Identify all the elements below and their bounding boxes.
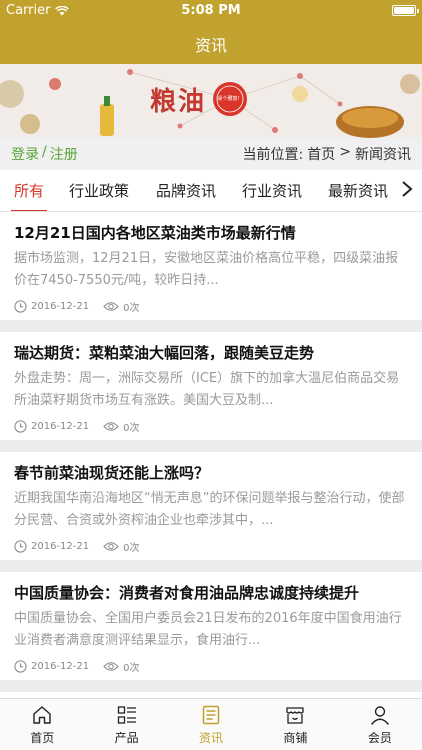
tabs-scroll-right-button[interactable]: [392, 170, 422, 211]
article-views: 0次: [103, 659, 140, 674]
status-bar: Carrier 5:08 PM: [0, 0, 422, 22]
article-view-count: 0次: [123, 542, 140, 554]
banner-headline: 粮油: [150, 87, 207, 117]
eye-icon: [103, 300, 119, 313]
article-views: 0次: [103, 539, 140, 554]
register-link[interactable]: 注册: [50, 144, 78, 164]
tab-brand-news[interactable]: 品牌资讯: [156, 170, 216, 211]
article-view-count: 0次: [123, 662, 140, 674]
shop-icon: [284, 704, 306, 726]
article-title[interactable]: 瑞达期货：菜粕菜油大幅回落，跟随美豆走势: [14, 342, 314, 363]
article-date: 2016-12-21: [31, 660, 90, 672]
article-view-count: 0次: [123, 422, 140, 434]
nav-news[interactable]: 资讯: [169, 699, 253, 750]
eye-icon: [103, 660, 119, 673]
navigation-header: Carrier 5:08 PM 资讯: [0, 0, 422, 64]
breadcrumb-separator: >: [339, 144, 351, 160]
nav-member-label: 会员: [367, 731, 392, 745]
article-card[interactable]: 12月21日国内各地区菜油类市场最新行情 据市场监测，12月21日，安徽地区菜油…: [0, 212, 422, 320]
nav-shops[interactable]: 商铺: [253, 699, 337, 750]
clock: 5:08 PM: [181, 3, 241, 18]
article-date: 2016-12-21: [31, 300, 90, 312]
article-meta: 2016-12-21 0次: [14, 299, 140, 314]
breadcrumb-bar: 登录 / 注册 当前位置: 首页 > 新闻资讯: [0, 138, 422, 170]
article-view-count: 0次: [123, 302, 140, 314]
clock-icon: [14, 419, 27, 433]
clock-icon: [14, 659, 27, 673]
nav-home[interactable]: 首页: [0, 699, 84, 750]
article-meta: 2016-12-21 0次: [14, 539, 140, 554]
article-date: 2016-12-21: [31, 420, 90, 432]
banner-badge-text: 桌个腰鼓！: [217, 96, 243, 102]
article-card[interactable]: 春节前菜油现货还能上涨吗？ 近期我国华南沿海地区“悄无声息”的环保问题举报与整治…: [0, 452, 422, 560]
article-card[interactable]: 中国质量协会：消费者对食用油品牌忠诚度持续提升 中国质量协会、全国用户委员会21…: [0, 572, 422, 680]
home-icon: [31, 704, 53, 726]
eye-icon: [103, 540, 119, 553]
nav-member[interactable]: 会员: [338, 699, 422, 750]
app-screen: Carrier 5:08 PM 资讯 粮油 桌个腰鼓！ 登录 / 注册 当前位置…: [0, 0, 422, 750]
article-views: 0次: [103, 419, 140, 434]
eye-icon: [103, 420, 119, 433]
tab-latest-news[interactable]: 最新资讯: [328, 170, 388, 211]
clock-icon: [14, 299, 27, 313]
banner-illustration: [0, 64, 422, 138]
tab-industry-news[interactable]: 行业资讯: [242, 170, 302, 211]
breadcrumb-home-link[interactable]: 首页: [307, 144, 335, 164]
login-link[interactable]: 登录: [11, 144, 39, 164]
breadcrumb-current: 新闻资讯: [355, 147, 411, 163]
article-card[interactable]: 瑞达期货：菜粕菜油大幅回落，跟随美豆走势 外盘走势：周一，洲际交易所（ICE）旗…: [0, 332, 422, 440]
article-summary: 据市场监测，12月21日，安徽地区菜油价格高位平稳，四级菜油报价在7450-75…: [14, 251, 399, 288]
nav-products-label: 产品: [114, 731, 139, 745]
nav-shops-label: 商铺: [283, 731, 308, 745]
article-title[interactable]: 中国质量协会：消费者对食用油品牌忠诚度持续提升: [14, 582, 359, 603]
article-views: 0次: [103, 299, 140, 314]
article-summary: 中国质量协会、全国用户委员会21日发布的2016年度中国食用油行业消费者满意度测…: [14, 611, 402, 648]
list-icon: [116, 704, 138, 726]
breadcrumb-label: 当前位置:: [242, 147, 304, 163]
bottom-tab-bar: 首页 产品 资讯 商铺 会员: [0, 698, 422, 750]
clock-icon: [14, 539, 27, 553]
article-title[interactable]: 12月21日国内各地区菜油类市场最新行情: [14, 222, 296, 243]
auth-links: 登录 / 注册: [11, 144, 78, 164]
article-title[interactable]: 春节前菜油现货还能上涨吗？: [14, 462, 209, 483]
page-title: 资讯: [194, 36, 227, 55]
nav-products[interactable]: 产品: [84, 699, 168, 750]
article-date: 2016-12-21: [31, 540, 90, 552]
category-tabs: 所有 行业政策 品牌资讯 行业资讯 最新资讯: [0, 170, 422, 212]
news-icon: [200, 704, 222, 726]
nav-news-label: 资讯: [199, 731, 224, 745]
article-summary: 外盘走势：周一，洲际交易所（ICE）旗下的加拿大温尼伯商品交易所油菜籽期货市场互…: [14, 371, 400, 408]
user-icon: [369, 704, 391, 726]
promo-banner[interactable]: 粮油 桌个腰鼓！: [0, 64, 422, 138]
chevron-right-icon: [401, 180, 413, 202]
article-meta: 2016-12-21 0次: [14, 419, 140, 434]
article-meta: 2016-12-21 0次: [14, 659, 140, 674]
nav-home-label: 首页: [30, 731, 55, 745]
tab-all[interactable]: 所有: [10, 170, 48, 211]
tab-industry-policy[interactable]: 行业政策: [69, 170, 129, 211]
article-summary: 近期我国华南沿海地区“悄无声息”的环保问题举报与整治行动，使部分民营、合资或外资…: [14, 491, 405, 528]
battery-icon: [392, 5, 419, 16]
breadcrumb: 当前位置: 首页 > 新闻资讯: [243, 144, 411, 164]
auth-separator: /: [42, 144, 47, 160]
